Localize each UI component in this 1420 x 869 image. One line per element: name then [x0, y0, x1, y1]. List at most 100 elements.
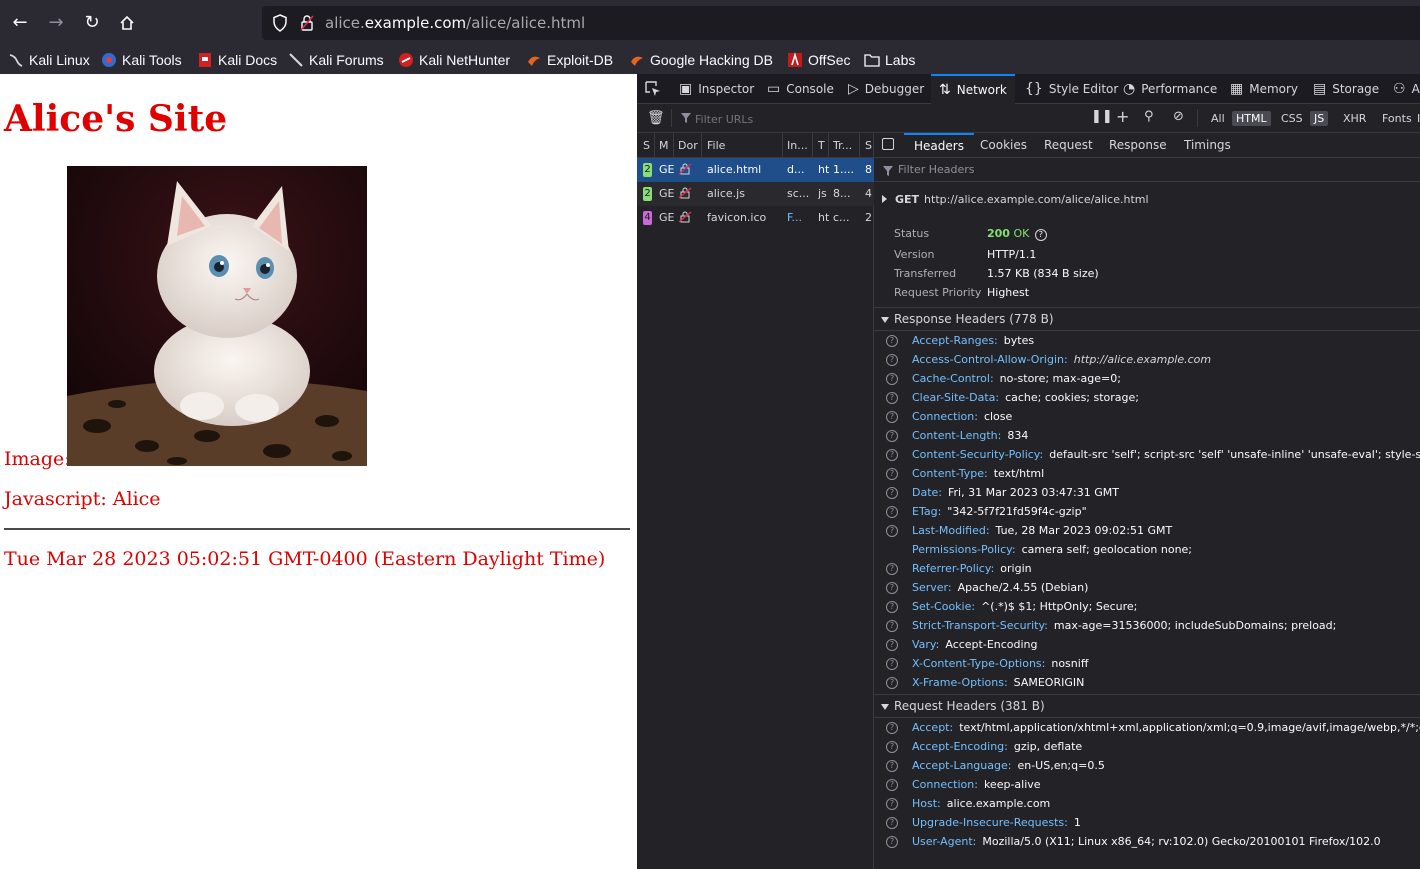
filter-css[interactable]: CSS: [1277, 111, 1307, 126]
header-entry: Cache-Control: no-store; max-age=0;: [912, 372, 1121, 385]
bookmark-exploit-db[interactable]: Exploit-DB: [526, 49, 613, 71]
filter-xhr[interactable]: XHR: [1339, 111, 1370, 126]
tab-inspector[interactable]: ▣ Inspector: [679, 74, 754, 104]
filter-html[interactable]: HTML: [1232, 111, 1271, 126]
column-type[interactable]: T: [818, 139, 825, 152]
tab-cookies[interactable]: Cookies: [980, 133, 1027, 158]
url-text[interactable]: alice.example.com/alice/alice.html: [325, 14, 585, 32]
reload-icon[interactable]: ↻: [77, 8, 107, 38]
column-method[interactable]: M: [659, 139, 669, 152]
help-icon[interactable]: ?: [886, 658, 898, 670]
help-icon[interactable]: ?: [886, 335, 898, 347]
request-row[interactable]: 2 GE alice.html d... ht 1.... 8: [637, 158, 874, 182]
help-icon[interactable]: ?: [886, 525, 898, 537]
header-name: X-Content-Type-Options:: [912, 657, 1046, 670]
help-icon[interactable]: ?: [886, 392, 898, 404]
filter-all[interactable]: All: [1207, 111, 1229, 126]
response-headers-section[interactable]: Response Headers (778 B): [874, 307, 1420, 331]
column-size[interactable]: S: [865, 139, 873, 152]
forward-arrow-icon[interactable]: →: [41, 8, 71, 38]
help-icon[interactable]: ?: [886, 601, 898, 613]
help-icon[interactable]: ?: [886, 582, 898, 594]
tab-headers[interactable]: Headers: [904, 133, 974, 158]
tab-performance[interactable]: ◔ Performance: [1123, 74, 1217, 104]
bookmark-kali-forums[interactable]: Kali Forums: [288, 49, 384, 71]
header-value: ^(.*)$ $1; HttpOnly; Secure;: [981, 600, 1138, 613]
filter-urls-input[interactable]: [679, 109, 1079, 129]
help-icon[interactable]: ?: [886, 354, 898, 366]
help-icon[interactable]: ?: [886, 468, 898, 480]
tab-response[interactable]: Response: [1109, 133, 1167, 158]
header-name: X-Frame-Options:: [912, 676, 1008, 689]
trash-icon[interactable]: 🗑: [647, 110, 665, 126]
request-row[interactable]: 4 GE favicon.ico F... ht c... 2: [637, 206, 874, 230]
filter-fonts[interactable]: Fonts: [1378, 111, 1416, 126]
help-icon[interactable]: ?: [886, 411, 898, 423]
search-icon[interactable]: ⚲: [1144, 109, 1154, 124]
help-icon[interactable]: ?: [886, 430, 898, 442]
bookmark-kali-docs[interactable]: Kali Docs: [197, 49, 277, 71]
home-icon[interactable]: [112, 8, 142, 38]
tracking-shield-icon[interactable]: [272, 14, 288, 32]
help-icon[interactable]: ?: [886, 639, 898, 651]
help-icon[interactable]: ?: [886, 798, 898, 810]
help-icon[interactable]: ?: [886, 817, 898, 829]
add-icon[interactable]: +: [1116, 107, 1129, 126]
help-icon[interactable]: ?: [886, 722, 898, 734]
help-icon[interactable]: ?: [886, 506, 898, 518]
column-domain[interactable]: Dor: [678, 139, 700, 152]
header-row: ? Upgrade-Insecure-Requests: 1: [874, 814, 1420, 833]
tab-storage[interactable]: ▤ Storage: [1313, 74, 1379, 104]
header-entry: Clear-Site-Data: cache; cookies; storage;: [912, 391, 1139, 404]
bookmark-kali-nethunter[interactable]: Kali NetHunter: [398, 49, 510, 71]
status-help-icon[interactable]: ?: [1034, 229, 1047, 241]
element-picker-icon[interactable]: [645, 81, 661, 97]
header-entry: ETag: "342-5f7f21fd59f4c-gzip": [912, 505, 1087, 518]
pause-icon[interactable]: ❚❚: [1091, 109, 1113, 124]
toggle-sidebar-icon[interactable]: [882, 138, 894, 150]
back-arrow-icon[interactable]: ←: [5, 8, 35, 38]
bookmark-kali-tools[interactable]: Kali Tools: [101, 49, 182, 71]
help-icon[interactable]: ?: [886, 563, 898, 575]
help-icon[interactable]: ?: [886, 779, 898, 791]
request-list-header: S M Dor File In... T Tr... S: [637, 133, 874, 158]
help-icon[interactable]: ?: [886, 373, 898, 385]
filter-headers-input[interactable]: Filter Headers: [874, 158, 1420, 182]
tab-memory[interactable]: ▦ Memory: [1230, 74, 1298, 104]
help-icon[interactable]: ?: [886, 836, 898, 848]
bookmark-kali-linux[interactable]: Kali Linux: [8, 49, 90, 71]
column-transferred[interactable]: Tr...: [833, 139, 852, 152]
filter-js[interactable]: JS: [1310, 111, 1329, 126]
help-icon[interactable]: ?: [886, 760, 898, 772]
tab-request[interactable]: Request: [1044, 133, 1093, 158]
request-url-line[interactable]: GET http://alice.example.com/alice/alice.…: [882, 193, 1149, 206]
help-icon[interactable]: ?: [886, 677, 898, 689]
request-headers-section[interactable]: Request Headers (381 B): [874, 694, 1420, 718]
help-icon[interactable]: ?: [886, 741, 898, 753]
tab-accessibility[interactable]: ⚇ A: [1393, 74, 1420, 104]
tab-timings[interactable]: Timings: [1184, 133, 1231, 158]
tab-debugger[interactable]: ▷ Debugger: [848, 74, 924, 104]
tab-style-editor[interactable]: {} Style Editor: [1025, 74, 1118, 104]
header-value: nosniff: [1051, 657, 1089, 670]
tab-console[interactable]: ▭ Console: [767, 74, 834, 104]
exploit-db-icon: [528, 56, 540, 66]
request-row[interactable]: 2 GE alice.js sc... js 8... 4: [637, 182, 874, 206]
help-icon[interactable]: ?: [886, 449, 898, 461]
block-icon[interactable]: ⊘: [1173, 109, 1184, 124]
help-icon[interactable]: ?: [886, 620, 898, 632]
bookmark-offsec[interactable]: OffSec: [787, 49, 851, 71]
bookmark-labs-folder[interactable]: Labs: [864, 49, 915, 71]
column-initiator[interactable]: In...: [787, 139, 808, 152]
column-file[interactable]: File: [707, 139, 725, 152]
bookmark-google-hacking-db[interactable]: Google Hacking DB: [629, 49, 773, 71]
header-entry: Date: Fri, 31 Mar 2023 03:47:31 GMT: [912, 486, 1119, 499]
tab-network[interactable]: ⇅ Network: [931, 74, 1015, 104]
filter-images[interactable]: I: [1413, 111, 1420, 126]
request-size-cell: 4: [865, 187, 872, 200]
help-icon[interactable]: ?: [886, 487, 898, 499]
network-toolbar: 🗑 ❚❚ + ⚲ ⊘ All HTML CSS JS XHR Fonts I: [637, 104, 1420, 133]
column-status[interactable]: S: [643, 139, 650, 152]
insecure-lock-icon[interactable]: [299, 14, 315, 32]
url-bar[interactable]: alice.example.com/alice/alice.html: [262, 6, 1420, 40]
